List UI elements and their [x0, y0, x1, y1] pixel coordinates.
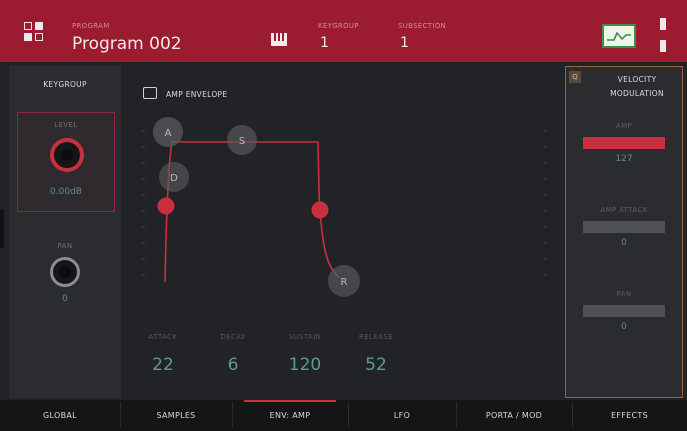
velocity-modulation-title: VELOCITY MODULATION [592, 73, 682, 101]
pan-label: PAN [57, 242, 73, 250]
tab-divider [348, 402, 349, 428]
velocity-modulation-title-line1: VELOCITY [617, 75, 657, 84]
amp-slider[interactable] [583, 137, 665, 149]
tab-divider [232, 402, 233, 428]
level-value: 0.00dB [50, 187, 82, 197]
samples-page-dots [164, 424, 184, 427]
sustain-label: SUSTAIN [288, 333, 322, 341]
amp-attack-value: 0 [621, 238, 627, 248]
grid-icon[interactable] [24, 22, 44, 42]
level-label: LEVEL [54, 121, 78, 129]
program-name[interactable]: Program 002 [72, 34, 182, 54]
decay-value[interactable]: 6 [203, 355, 263, 375]
velocity-modulation-title-line2: MODULATION [610, 89, 664, 98]
attack-node-label: A [165, 128, 172, 139]
info-icon[interactable] [660, 18, 666, 30]
tab-divider [120, 402, 121, 428]
sustain-value[interactable]: 120 [275, 355, 335, 375]
tab-divider [456, 402, 457, 428]
level-knob[interactable] [50, 138, 84, 172]
keygroup-caption: KEYGROUP [318, 22, 359, 30]
scroll-handle[interactable] [0, 210, 4, 248]
active-tab-indicator [244, 400, 336, 402]
release-node-label: R [341, 277, 348, 288]
env-page-dots [280, 424, 295, 427]
amp-attack-label: AMP ATTACK [600, 206, 648, 214]
header-bar: PROGRAM Program 002 KEYGROUP 1 SUBSECTIO… [0, 0, 687, 62]
subsection-caption: SUBSECTION [398, 22, 447, 30]
keygroup-number[interactable]: 1 [320, 35, 329, 51]
tab-bar: GLOBAL SAMPLES ENV: AMP LFO PORTA / MOD … [0, 400, 687, 431]
release-label: RELEASE [358, 333, 394, 341]
pan-mod-value: 0 [621, 322, 627, 332]
pan-mod-label: PAN [616, 290, 632, 298]
curve-point-attack[interactable] [157, 197, 175, 215]
amp-attack-slider[interactable] [583, 221, 665, 233]
pan-knob[interactable] [50, 257, 80, 287]
tab-global[interactable]: GLOBAL [0, 400, 120, 431]
pan-value: 0 [62, 294, 68, 304]
waveform-icon[interactable] [602, 24, 636, 48]
curve-point-release[interactable] [311, 201, 329, 219]
subsection-number[interactable]: 1 [400, 35, 409, 51]
battery-icon [660, 40, 666, 52]
program-caption: PROGRAM [72, 22, 110, 30]
envelope-graph[interactable]: A S D R [130, 100, 560, 320]
decay-node-label: D [170, 173, 178, 184]
tab-divider [572, 402, 573, 428]
q-link-badge[interactable]: Q [569, 71, 581, 83]
piano-icon[interactable] [271, 33, 287, 46]
release-value[interactable]: 52 [346, 355, 406, 375]
velocity-modulation-panel: Q VELOCITY MODULATION AMP 127 AMP ATTACK… [565, 66, 683, 398]
attack-label: ATTACK [148, 333, 178, 341]
envelope-title: AMP ENVELOPE [166, 90, 228, 99]
tab-lfo[interactable]: LFO [348, 400, 456, 431]
left-ruler [142, 130, 145, 276]
sustain-node-label: S [239, 136, 245, 147]
keygroup-panel: KEYGROUP LEVEL 0.00dB PAN 0 [9, 66, 121, 398]
level-control[interactable]: LEVEL 0.00dB [17, 112, 115, 212]
keygroup-title: KEYGROUP [43, 80, 87, 89]
pan-mod-slider[interactable] [583, 305, 665, 317]
tab-effects[interactable]: EFFECTS [572, 400, 687, 431]
right-ruler [544, 130, 547, 276]
attack-value[interactable]: 22 [133, 355, 193, 375]
tab-porta-mod[interactable]: PORTA / MOD [456, 400, 572, 431]
decay-label: DECAY [220, 333, 246, 341]
amp-slider-fill [583, 137, 665, 149]
envelope-icon [143, 87, 157, 99]
amp-label: AMP [615, 122, 633, 130]
amp-value: 127 [615, 154, 633, 164]
